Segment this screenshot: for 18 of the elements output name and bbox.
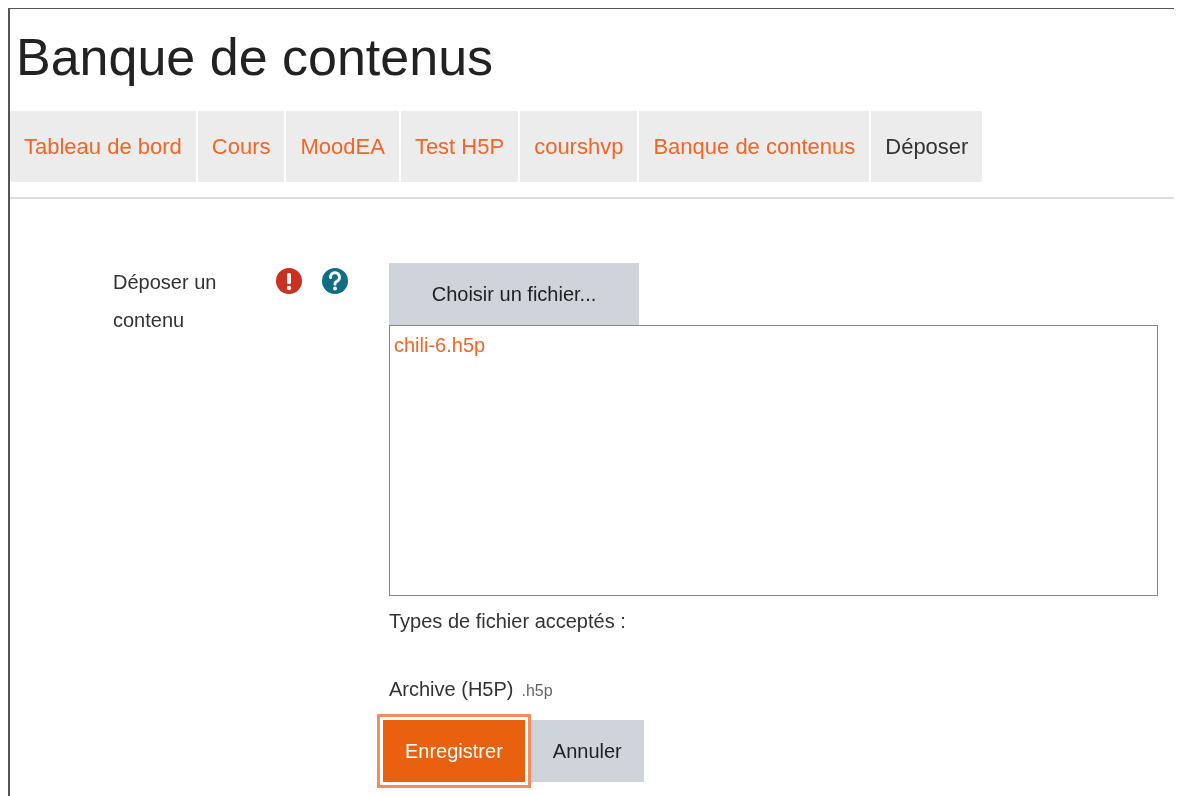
breadcrumb-link[interactable]: Test H5P	[400, 111, 519, 182]
accepted-types-label: Types de fichier acceptés :	[389, 609, 627, 634]
required-icon	[275, 267, 303, 295]
breadcrumb-link[interactable]: Tableau de bord	[10, 111, 196, 182]
field-label: Déposer un contenu	[113, 270, 218, 333]
breadcrumb-link[interactable]: Banque de contenus	[639, 111, 870, 182]
choose-file-button[interactable]: Choisir un fichier...	[389, 263, 639, 325]
save-button[interactable]: Enregistrer	[383, 720, 525, 782]
cancel-button[interactable]: Annuler	[530, 720, 644, 782]
file-drop-area[interactable]: chili-6.h5p	[389, 325, 1158, 596]
file-extension: .h5p	[521, 681, 553, 701]
help-icon[interactable]	[321, 267, 349, 295]
breadcrumb-link[interactable]: Cours	[197, 111, 285, 182]
file-link[interactable]: chili-6.h5p	[394, 330, 486, 360]
breadcrumb-link[interactable]: MoodEA	[286, 111, 399, 182]
breadcrumb-link[interactable]: Déposer	[871, 111, 983, 182]
breadcrumb-link[interactable]: courshvp	[520, 111, 638, 182]
file-type-name: Archive (H5P)	[389, 677, 514, 702]
